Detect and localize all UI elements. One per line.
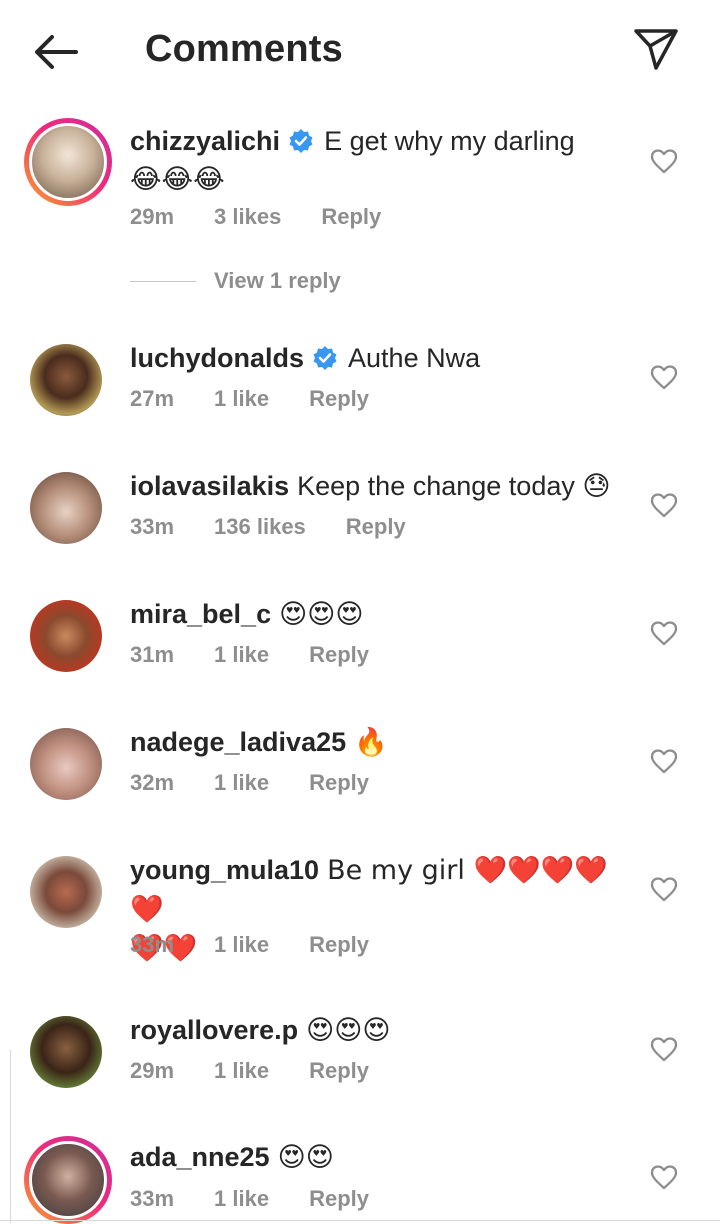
- comment-time: 33m: [130, 932, 175, 957]
- comment-username[interactable]: ada_nne25: [130, 1142, 270, 1172]
- comment-text: Keep the change today 😓: [297, 471, 611, 501]
- avatar-story-ring[interactable]: [24, 1136, 112, 1224]
- comment-likes[interactable]: 1 like: [214, 770, 269, 795]
- reply-button[interactable]: Reply: [346, 514, 406, 539]
- avatar: [30, 600, 102, 672]
- reply-button[interactable]: Reply: [309, 932, 369, 957]
- heart-icon[interactable]: [650, 1164, 678, 1190]
- heart-icon[interactable]: [650, 748, 678, 774]
- comment-username[interactable]: royallovere.p: [130, 1015, 298, 1045]
- heart-icon[interactable]: [650, 492, 678, 518]
- scroll-edge-divider: [10, 1050, 11, 1223]
- comment-username[interactable]: iolavasilakis: [130, 471, 289, 501]
- comment-text: 😍😍: [277, 1142, 334, 1173]
- comment-username[interactable]: luchydonalds: [130, 343, 304, 373]
- comment-text-line2: 😂😂😂: [130, 164, 225, 195]
- comment-username[interactable]: nadege_ladiva25: [130, 727, 346, 757]
- avatar: [29, 1141, 107, 1219]
- reply-button[interactable]: Reply: [309, 386, 369, 411]
- comment-time: 29m: [130, 204, 175, 229]
- reply-button[interactable]: Reply: [321, 204, 381, 229]
- comment-text: Authe Nwa: [348, 343, 481, 373]
- comment-likes[interactable]: 1 like: [214, 932, 269, 957]
- reply-button[interactable]: Reply: [309, 642, 369, 667]
- comment-text: E get why my darling: [324, 126, 575, 156]
- heart-icon[interactable]: [650, 148, 678, 174]
- comment-likes[interactable]: 1 like: [214, 1186, 269, 1211]
- reply-divider-line: [130, 280, 196, 282]
- comment-time: 29m: [130, 1058, 175, 1083]
- comment-time: 33m: [130, 1186, 175, 1211]
- bottom-divider: [0, 1220, 720, 1221]
- avatar: [30, 856, 102, 928]
- avatar: [30, 344, 102, 416]
- comment-time: 27m: [130, 386, 175, 411]
- comment-likes[interactable]: 1 like: [214, 642, 269, 667]
- send-paper-plane-icon[interactable]: [632, 26, 680, 74]
- reply-button[interactable]: Reply: [309, 1058, 369, 1083]
- comment-likes[interactable]: 136 likes: [214, 514, 306, 539]
- comments-header: Comments: [0, 0, 720, 100]
- verified-badge-icon: [313, 346, 337, 370]
- arrow-left-icon[interactable]: [30, 30, 82, 74]
- page-title: Comments: [145, 28, 343, 70]
- heart-icon[interactable]: [650, 364, 678, 390]
- view-replies-label: View 1 reply: [214, 268, 341, 293]
- comment-likes[interactable]: 1 like: [214, 1058, 269, 1083]
- reply-button[interactable]: Reply: [309, 770, 369, 795]
- heart-icon[interactable]: [650, 1036, 678, 1062]
- heart-icon[interactable]: [650, 620, 678, 646]
- avatar: [30, 472, 102, 544]
- reply-button[interactable]: Reply: [309, 1186, 369, 1211]
- comment-likes[interactable]: 3 likes: [214, 204, 281, 229]
- comment-time: 31m: [130, 642, 175, 667]
- view-replies-button[interactable]: View 1 reply: [130, 268, 341, 294]
- comment-likes[interactable]: 1 like: [214, 386, 269, 411]
- comment-username[interactable]: mira_bel_c: [130, 599, 271, 629]
- avatar-story-ring[interactable]: [24, 118, 112, 206]
- comment-time: 32m: [130, 770, 175, 795]
- avatar: [30, 728, 102, 800]
- comment-text: 🔥: [354, 727, 388, 758]
- comment-username[interactable]: young_mula10: [130, 855, 319, 885]
- comment-username[interactable]: chizzyalichi: [130, 126, 280, 156]
- comment-text: 😍😍😍: [279, 599, 364, 630]
- avatar: [29, 123, 107, 201]
- heart-icon[interactable]: [650, 876, 678, 902]
- avatar: [30, 1016, 102, 1088]
- comment-time: 33m: [130, 514, 175, 539]
- comment-text: 😍😍😍: [306, 1015, 391, 1046]
- verified-badge-icon: [289, 129, 313, 153]
